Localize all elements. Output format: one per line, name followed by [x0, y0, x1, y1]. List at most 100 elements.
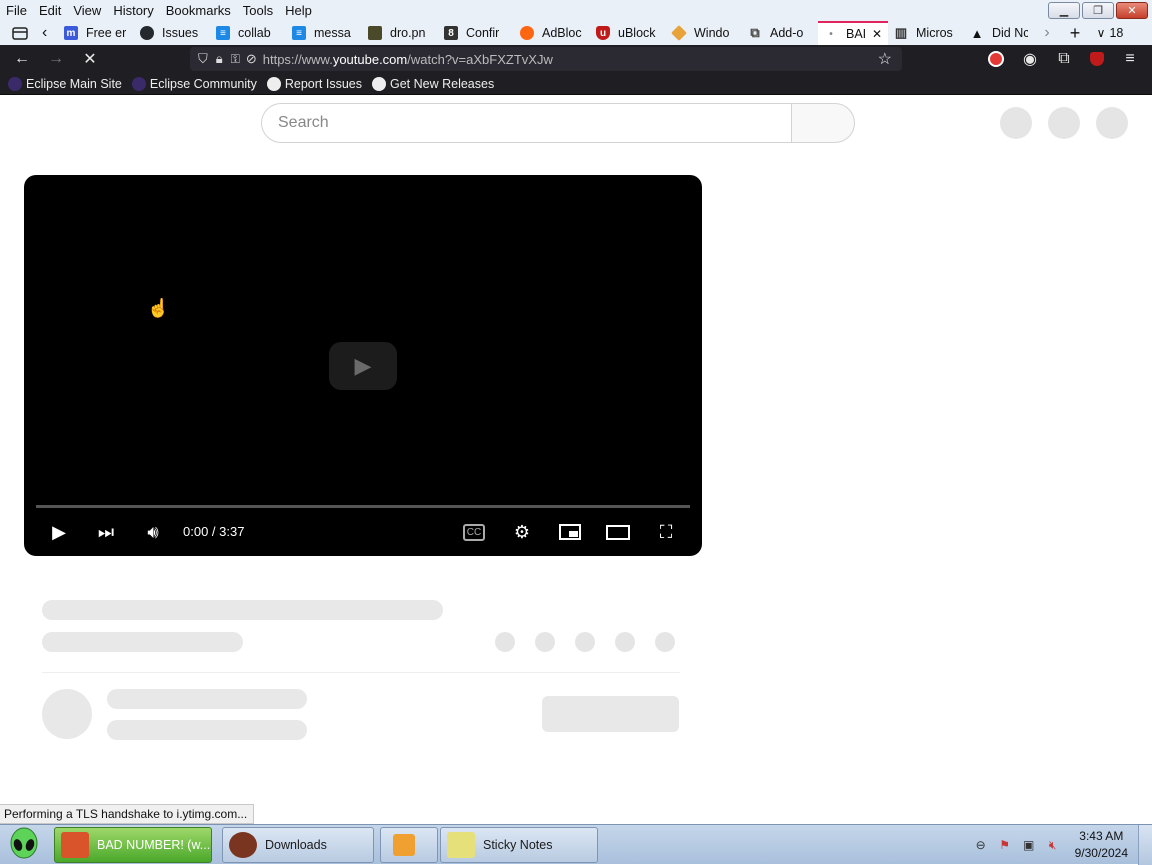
bookmark-get-new-releases[interactable]: Get New Releases [368, 76, 498, 91]
bookmark-eclipse-main-site[interactable]: Eclipse Main Site [4, 76, 126, 91]
eight-icon: 8 [444, 26, 458, 40]
menu-bar: File Edit View History Bookmarks Tools H… [0, 0, 1152, 21]
url-text[interactable]: https://www.youtube.com/watch?v=aXbFXZTv… [263, 52, 553, 67]
address-bar[interactable]: ⛉ 🔒︎ ⚿ ⊘ https://www.youtube.com/watch?v… [190, 47, 902, 71]
doc-icon: ≡ [216, 26, 230, 40]
theater-mode-button[interactable] [605, 519, 631, 545]
fullscreen-button[interactable]: ⛶ [653, 519, 679, 545]
tab-confir[interactable]: 8 Confir [438, 21, 514, 45]
taskbar-sticky-notes[interactable]: Sticky Notes [440, 827, 598, 863]
firefox-icon [520, 26, 534, 40]
record-extension-icon[interactable] [988, 51, 1004, 67]
menu-view[interactable]: View [67, 0, 107, 21]
system-tray: ⊖ ⚑ ▣ 🔇︎ 3:43 AM 9/30/2024 [973, 827, 1128, 863]
bookmark-report-issues[interactable]: Report Issues [263, 76, 366, 91]
puzzle-icon: ⧉ [750, 25, 760, 40]
new-tab-button[interactable]: + [1060, 21, 1090, 45]
avatar-placeholder[interactable] [1096, 107, 1128, 139]
start-button[interactable] [4, 827, 44, 863]
columns-icon: ▥ [894, 25, 908, 40]
menu-help[interactable]: Help [279, 0, 318, 21]
gear-icon: ⚙ [513, 521, 531, 542]
clock[interactable]: 3:43 AM 9/30/2024 [1075, 828, 1128, 862]
app-menu-button[interactable]: ≡ [1116, 45, 1144, 73]
shield-icon[interactable]: ⛉ [198, 51, 208, 67]
subscribers-skeleton [107, 720, 307, 740]
network-icon[interactable]: ▣ [1021, 837, 1037, 853]
tab-messa[interactable]: ≡ messa [286, 21, 362, 45]
tab-overview-button[interactable] [0, 21, 40, 45]
chevron-down-icon: ∨ [1096, 26, 1106, 40]
menu-edit[interactable]: Edit [33, 0, 67, 21]
extensions-button[interactable]: ⧉ [1050, 45, 1078, 73]
volume-muted-icon[interactable]: 🔇︎ [1045, 837, 1061, 853]
tabs-list-icon [12, 27, 28, 40]
tab-adbloc[interactable]: AdBloc [514, 21, 590, 45]
progress-bar[interactable] [36, 505, 690, 508]
show-desktop-button[interactable] [1138, 825, 1152, 865]
tab-active-youtube[interactable]: • BAI ✕ [818, 21, 888, 45]
hamburger-menu-icon: ≡ [1125, 50, 1135, 67]
list-all-tabs-button[interactable]: ∨ 18 [1090, 21, 1130, 45]
taskbar-firefox-window[interactable]: BAD NUMBER! (w... [54, 827, 212, 863]
mute-button[interactable]: 🔊︎ [140, 519, 166, 545]
autoplay-blocked-icon[interactable]: ⊘ [246, 51, 257, 67]
theater-icon [606, 524, 630, 540]
next-button[interactable]: ⏭︎ [93, 519, 119, 545]
chevron-right-icon: › [1044, 24, 1050, 41]
tab-micros[interactable]: ▥ Micros [888, 21, 964, 45]
permissions-icon[interactable]: ⚿ [231, 52, 240, 67]
play-button[interactable]: ▶ [46, 519, 72, 545]
lock-icon[interactable]: 🔒︎ [216, 51, 223, 67]
create-button-placeholder[interactable] [1000, 107, 1032, 139]
action-skeleton [495, 632, 515, 652]
menu-file[interactable]: File [0, 0, 33, 21]
tab-bar: ‹ m Free er Issues ≡ collab ≡ messa dro.pn … [0, 21, 1152, 45]
account-button[interactable]: ◉ [1016, 45, 1044, 73]
search-button[interactable] [791, 103, 855, 143]
tab-issues[interactable]: Issues [134, 21, 210, 45]
forward-button[interactable]: → [42, 45, 70, 73]
ublock-icon[interactable] [1090, 52, 1104, 66]
stop-loading-button[interactable]: ✕ [76, 45, 104, 73]
notifications-button-placeholder[interactable] [1048, 107, 1080, 139]
minimize-button[interactable]: ▁ [1048, 2, 1080, 19]
taskbar-downloads[interactable]: Downloads [222, 827, 374, 863]
taskbar-media-player[interactable] [380, 827, 438, 863]
video-player[interactable]: ▶ ▶ ⏭︎ 🔊︎ 0:00 / 3:37 CC ⚙ ⛶ ☝ [24, 175, 702, 556]
channel-name-skeleton [107, 689, 307, 709]
tab-did-nc[interactable]: ▲ Did Nc [964, 21, 1034, 45]
menu-tools[interactable]: Tools [237, 0, 279, 21]
title-skeleton [42, 600, 443, 620]
hand-cursor-icon: ☝ [147, 298, 170, 318]
tab-dro-pn[interactable]: dro.pn [362, 21, 438, 45]
menu-bookmarks[interactable]: Bookmarks [160, 0, 237, 21]
bookmark-eclipse-community[interactable]: Eclipse Community [128, 76, 261, 91]
menu-history[interactable]: History [107, 0, 159, 21]
tab-add-o[interactable]: ⧉ Add-o [742, 21, 818, 45]
large-play-button[interactable]: ▶ [329, 342, 397, 390]
views-skeleton [42, 632, 243, 652]
tab-scroll-left[interactable]: ‹ [40, 21, 58, 45]
action-skeleton [535, 632, 555, 652]
language-icon[interactable]: ⊖ [973, 837, 989, 853]
tab-windo[interactable]: Windo [666, 21, 742, 45]
play-icon: ▶ [52, 521, 66, 542]
back-button[interactable]: ← [8, 45, 36, 73]
subtitles-button[interactable]: CC [461, 519, 487, 545]
action-center-flag-icon[interactable]: ⚑ [997, 837, 1013, 853]
firefox-icon [61, 832, 89, 858]
bookmark-star-icon[interactable]: ☆ [878, 49, 892, 69]
restore-button[interactable]: ❐ [1082, 2, 1114, 19]
miniplayer-button[interactable] [557, 519, 583, 545]
close-window-button[interactable]: ✕ [1116, 2, 1148, 19]
search-input[interactable]: Search [261, 103, 791, 143]
tab-scroll-right[interactable]: › [1034, 21, 1060, 45]
close-tab-icon[interactable]: ✕ [872, 27, 882, 41]
tab-collab[interactable]: ≡ collab [210, 21, 286, 45]
time-display: 0:00 / 3:37 [183, 524, 245, 539]
tab-ublock[interactable]: u uBlock [590, 21, 666, 45]
settings-button[interactable]: ⚙ [509, 519, 535, 545]
user-circle-icon: ◉ [1023, 51, 1037, 68]
tab-free-er[interactable]: m Free er [58, 21, 134, 45]
